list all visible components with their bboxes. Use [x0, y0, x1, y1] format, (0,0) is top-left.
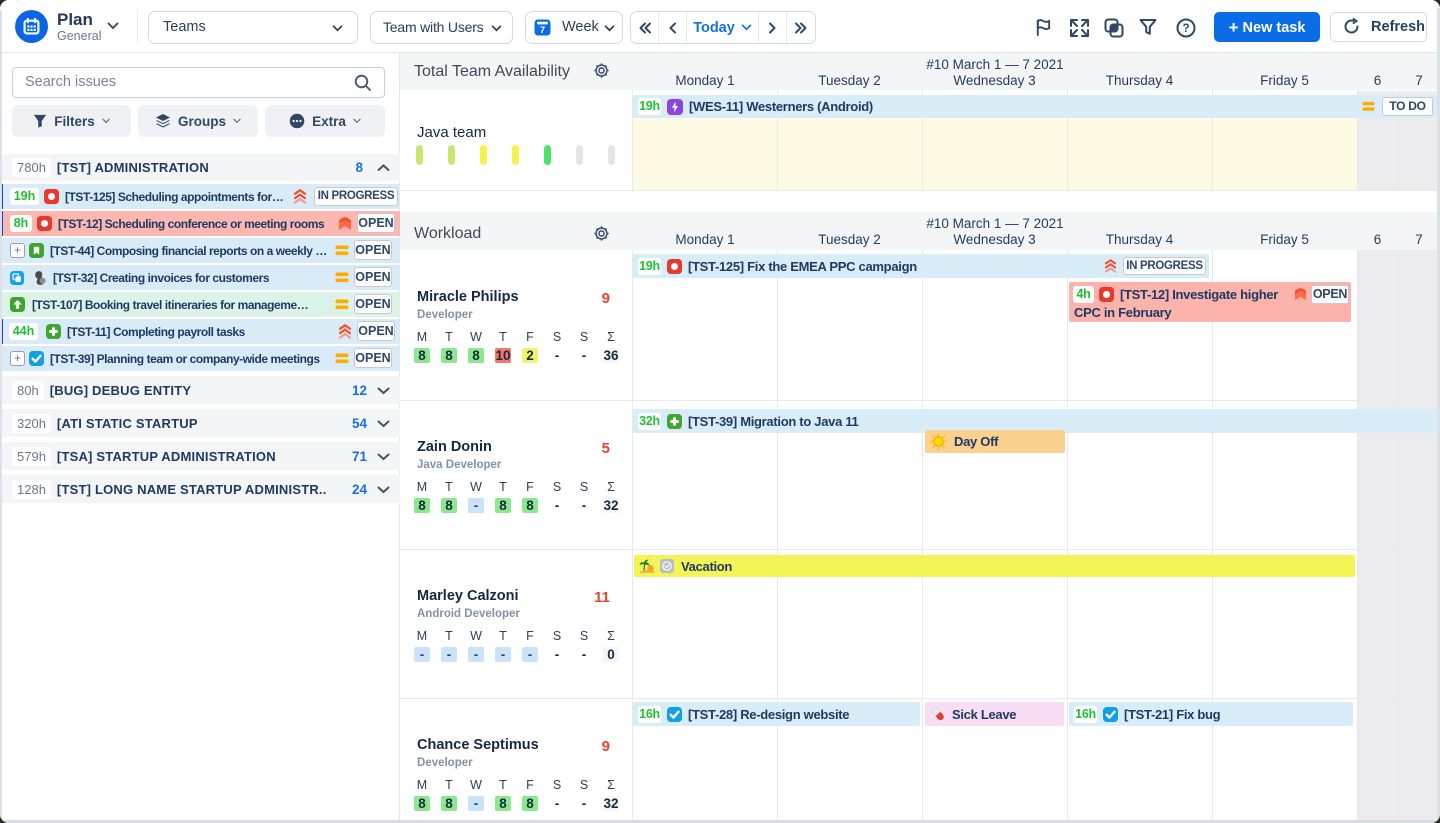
svg-text:7: 7: [540, 25, 545, 36]
svg-text:?: ?: [1182, 23, 1189, 35]
